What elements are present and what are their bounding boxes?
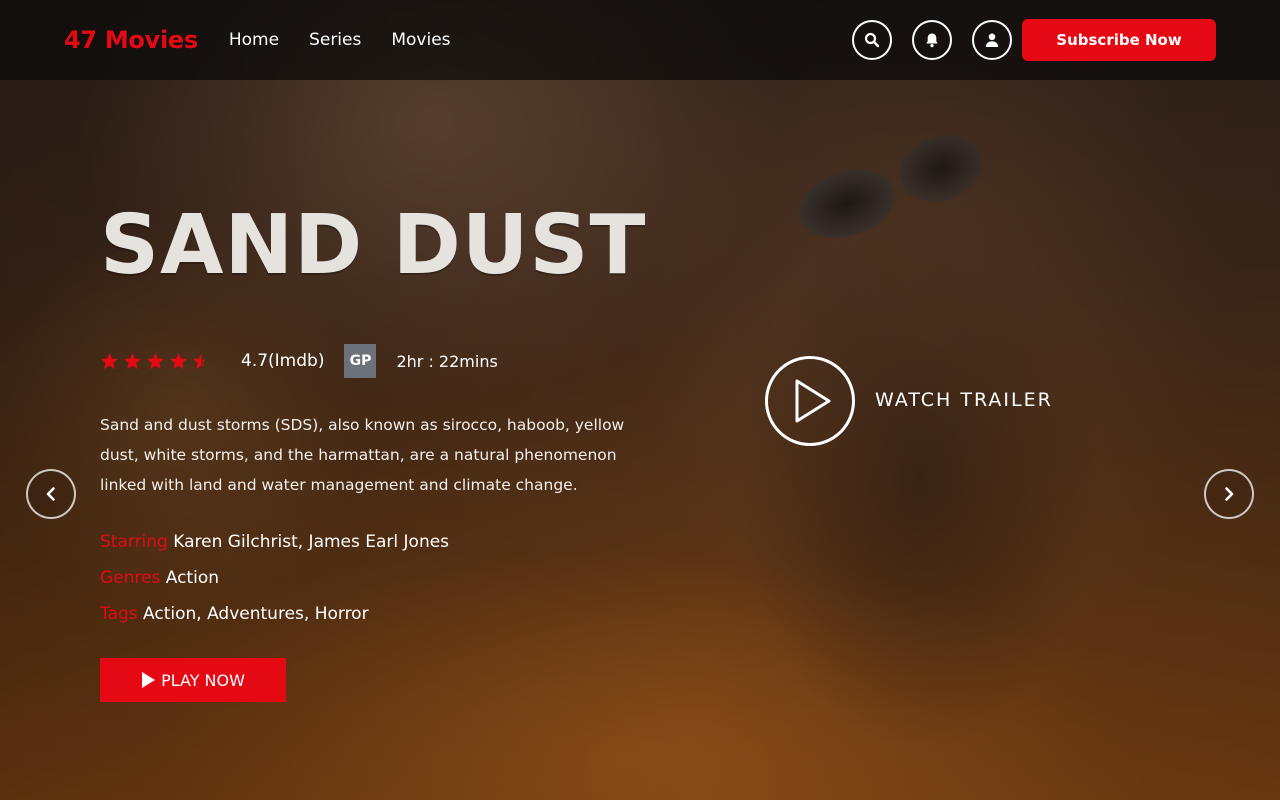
nav-series[interactable]: Series (309, 30, 361, 50)
genres-label: Genres (100, 568, 161, 588)
star-rating (100, 352, 211, 371)
chevron-left-icon (46, 487, 55, 501)
half-star-icon (192, 352, 206, 369)
nav-home[interactable]: Home (229, 30, 279, 50)
tags-label: Tags (100, 604, 138, 624)
tags-value: Action, Adventures, Horror (143, 604, 369, 624)
genres-line: Genres Action (100, 568, 219, 588)
play-icon (142, 672, 156, 688)
subscribe-button[interactable]: Subscribe Now (1022, 19, 1216, 61)
star-icon (146, 352, 165, 369)
imdb-rating: 4.7(Imdb) (241, 351, 325, 371)
header-actions: Subscribe Now (852, 19, 1216, 61)
star-icon (123, 352, 142, 369)
movie-meta: 4.7(Imdb) GP 2hr : 22mins (100, 343, 498, 379)
star-icon (100, 352, 119, 369)
movie-title: SAND DUST (100, 198, 647, 293)
tags-line: Tags Action, Adventures, Horror (100, 604, 369, 624)
search-icon (864, 32, 880, 48)
rating-badge: GP (344, 344, 377, 378)
watch-trailer-label[interactable]: WATCH TRAILER (875, 389, 1053, 411)
top-navbar: 47 Movies Home Series Movies Subscribe N… (0, 0, 1280, 80)
play-now-label: PLAY NOW (161, 670, 245, 690)
chevron-right-icon (1225, 487, 1234, 501)
genres-value: Action (165, 568, 219, 588)
next-slide-button[interactable] (1204, 469, 1254, 519)
movie-duration: 2hr : 22mins (396, 351, 498, 371)
main-nav: Home Series Movies (229, 30, 451, 50)
starring-label: Starring (100, 532, 168, 552)
starring-value: Karen Gilchrist, James Earl Jones (173, 532, 450, 552)
play-now-button[interactable]: PLAY NOW (100, 658, 286, 702)
site-logo[interactable]: 47 Movies (64, 26, 198, 54)
user-icon (985, 33, 999, 47)
notifications-button[interactable] (912, 20, 952, 60)
play-outline-icon (795, 379, 831, 423)
search-button[interactable] (852, 20, 892, 60)
previous-slide-button[interactable] (26, 469, 76, 519)
watch-trailer-button[interactable] (765, 356, 855, 446)
movie-description: Sand and dust storms (SDS), also known a… (100, 416, 625, 494)
bell-icon (926, 33, 938, 48)
starring-line: Starring Karen Gilchrist, James Earl Jon… (100, 532, 449, 552)
star-icon (169, 352, 188, 369)
account-button[interactable] (972, 20, 1012, 60)
nav-movies[interactable]: Movies (391, 30, 450, 50)
